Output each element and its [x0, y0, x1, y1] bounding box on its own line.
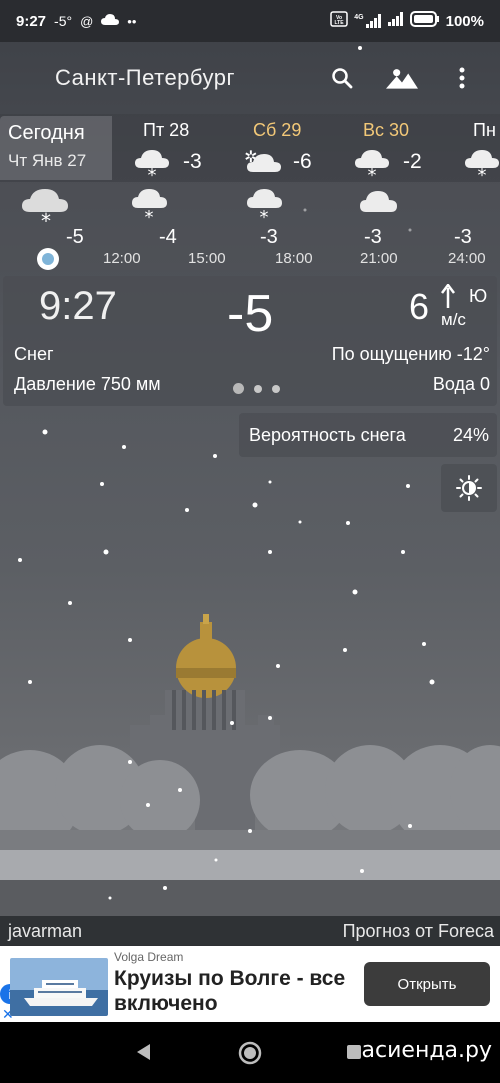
svg-text:*: * — [145, 207, 154, 222]
svg-text:*: * — [260, 207, 269, 222]
day-temp: -6 — [293, 150, 312, 173]
svg-text:*: * — [368, 165, 377, 182]
snow-probability-label: Вероятность снега — [249, 424, 406, 445]
wind-speed: 6 — [409, 286, 430, 327]
current-time: 9:27 — [39, 284, 117, 328]
landscape-icon[interactable] — [386, 62, 418, 94]
page-dot — [272, 384, 280, 393]
day-item[interactable]: Пн * — [463, 118, 500, 182]
hour-time: 18:00 — [275, 250, 313, 267]
sun-snow-cloud-icon: ✲ — [243, 146, 285, 187]
status-bar: 9:27 -5° @ •• Vo LTE 4G 100% — [0, 0, 500, 42]
page-indicator — [233, 383, 280, 394]
photo-author[interactable]: javarman — [8, 921, 82, 942]
hour-item: -3 21:00 — [360, 182, 472, 270]
day-item[interactable]: Сб 29 ✲ -6 — [243, 118, 353, 182]
ad-title[interactable]: Круизы по Волге - все включено — [114, 966, 354, 1016]
hour-temp: -4 — [159, 226, 177, 248]
ad-banner[interactable]: i ✕ Volga Dream Круизы по Волге - все вк… — [0, 946, 500, 1022]
city-title[interactable]: Санкт-Петербург — [55, 65, 235, 91]
hourly-forecast[interactable]: * -5 * -4 12:00 * -3 15:00 -3 18:00 -3 2… — [0, 182, 500, 270]
battery-level: 100% — [445, 12, 484, 30]
day-temp: -2 — [403, 150, 422, 173]
svg-text:*: * — [478, 165, 487, 182]
svg-text:*: * — [148, 165, 157, 182]
water-temp: Вода 0 — [432, 374, 490, 394]
search-icon[interactable] — [326, 62, 358, 94]
svg-text:*: * — [41, 209, 51, 226]
day-temp: -3 — [183, 150, 202, 173]
day-item[interactable]: Вс 30 * -2 — [353, 118, 463, 186]
credits-bar: javarman Прогноз от Foreca — [0, 916, 500, 946]
feels-like: По ощущению -12° — [331, 344, 490, 364]
watermark: асиенда.ру — [361, 1038, 492, 1063]
hour-item: 24:00 — [448, 182, 500, 270]
signal-icon: 4G — [354, 14, 381, 28]
day-name: Пн — [473, 120, 496, 140]
forecast-provider[interactable]: Прогноз от Foreca — [343, 921, 494, 942]
volte-icon: Vo LTE — [330, 11, 349, 31]
current-conditions-card[interactable]: 9:27 -5 6 Ю м/с Снег По ощущению -12° Да… — [3, 276, 497, 406]
condition-text: Снег — [14, 344, 54, 364]
svg-text:LTE: LTE — [335, 20, 345, 26]
status-temp: -5° — [54, 13, 73, 29]
cruise-ship-image — [10, 958, 108, 1016]
hour-time: 15:00 — [188, 250, 226, 267]
today-label: Сегодня — [8, 122, 85, 144]
network-type: 4G — [354, 14, 364, 21]
signal-2-icon — [387, 12, 404, 30]
snow-cloud-icon: * — [131, 186, 171, 228]
daily-forecast: Сегодня Чт Янв 27 Пт 28 * -3 Сб 29 ✲ -6 … — [0, 114, 500, 186]
ad-open-button[interactable]: Открыть — [364, 962, 490, 1006]
hour-time: 21:00 — [360, 250, 398, 267]
pressure: Давление 750 мм — [14, 374, 161, 394]
day-name: Сб 29 — [253, 120, 302, 140]
day-name: Пт 28 — [143, 120, 190, 140]
app-toolbar: Санкт-Петербург — [0, 42, 500, 114]
at-icon: @ — [80, 13, 94, 29]
system-nav-bar: асиенда.ру — [0, 1022, 500, 1083]
wind-unit: м/с — [441, 310, 466, 329]
hour-time: 24:00 — [448, 250, 486, 267]
recent-apps-icon[interactable] — [346, 1044, 362, 1065]
day-today[interactable]: Сегодня Чт Янв 27 — [0, 116, 112, 180]
ad-brand: Volga Dream — [114, 950, 184, 964]
cloud-status-icon — [101, 13, 120, 29]
hour-item: * -3 15:00 — [188, 182, 288, 270]
snow-cloud-icon: * — [133, 146, 175, 187]
wind-direction: Ю — [469, 286, 488, 306]
more-vert-icon[interactable] — [446, 62, 478, 94]
page-dot — [254, 384, 262, 393]
current-time-marker — [37, 248, 59, 270]
more-notifications-icon: •• — [127, 13, 137, 29]
today-date: Чт Янв 27 — [8, 151, 87, 170]
battery-icon — [409, 11, 440, 31]
day-item[interactable]: Пт 28 * -3 — [133, 118, 243, 186]
sun-icon[interactable] — [441, 464, 497, 512]
snow-probability-value: 24% — [452, 424, 489, 445]
day-name: Вс 30 — [363, 120, 410, 140]
hour-temp: -5 — [66, 226, 84, 248]
snow-probability[interactable]: Вероятность снега 24% — [239, 413, 497, 457]
hour-time: 12:00 — [103, 250, 141, 267]
snow-cloud-icon: * — [22, 186, 72, 233]
page-dot-active — [233, 383, 244, 394]
snow-cloud-icon: * — [463, 146, 500, 182]
current-temp: -5 — [227, 285, 274, 343]
status-time: 9:27 — [16, 12, 47, 30]
snow-cloud-icon: * — [353, 146, 395, 187]
back-icon[interactable] — [134, 1042, 152, 1067]
home-icon[interactable] — [238, 1041, 262, 1070]
